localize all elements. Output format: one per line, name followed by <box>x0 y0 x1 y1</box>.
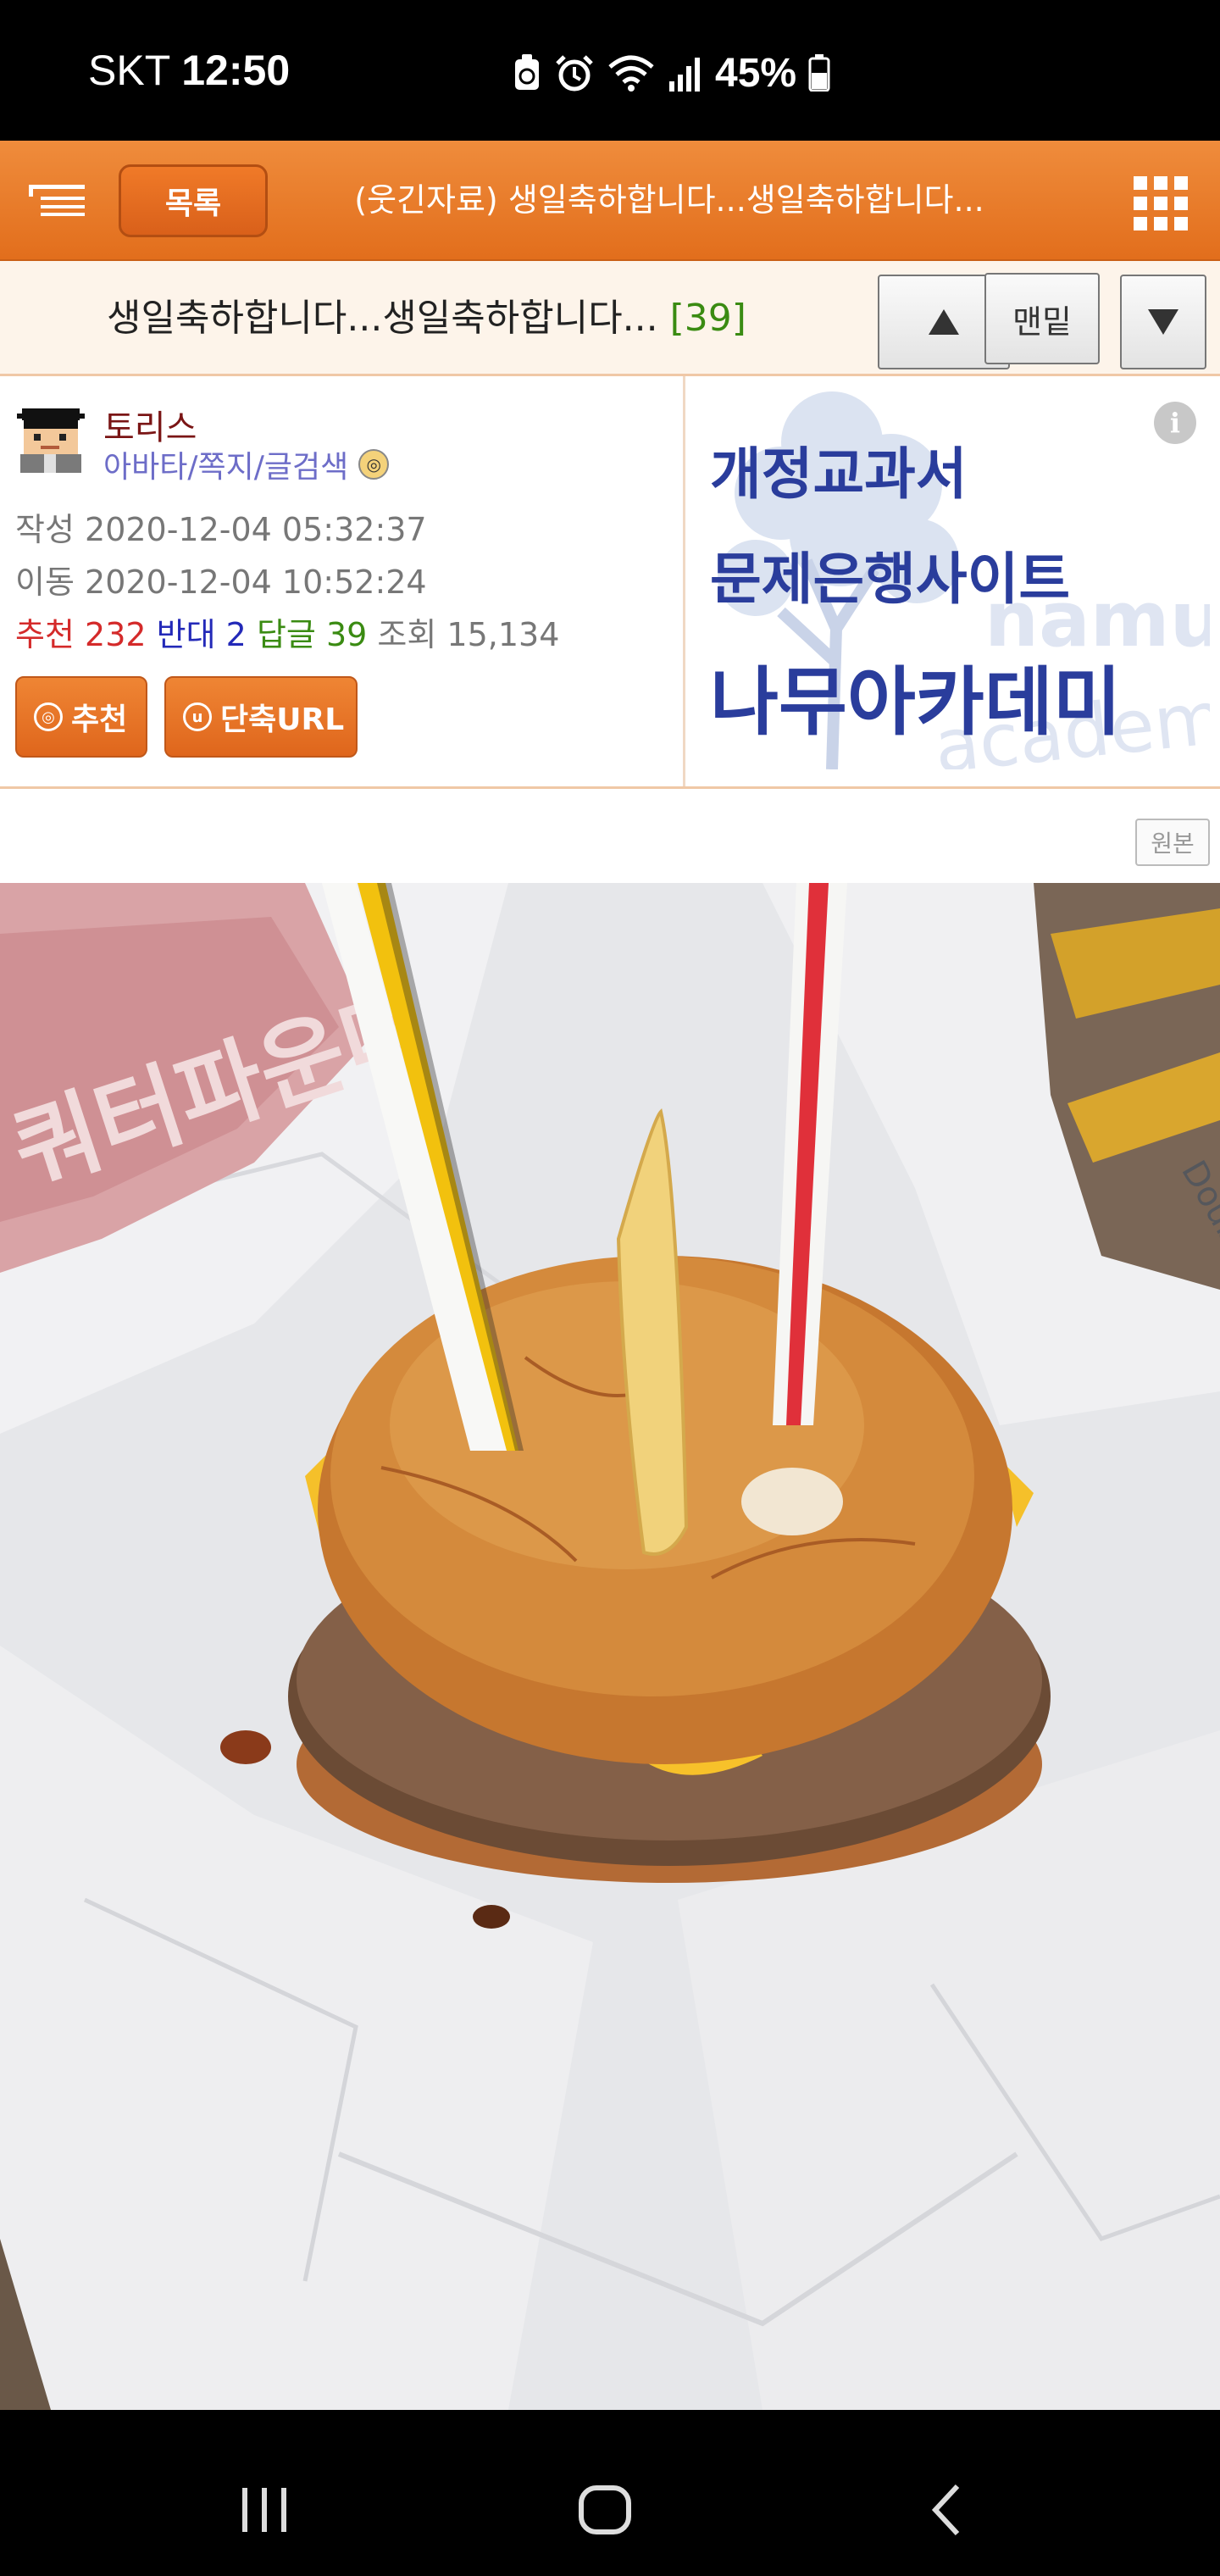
recent-apps-icon[interactable] <box>239 2486 290 2534</box>
author-links-text[interactable]: 아바타/쪽지/글검색 <box>103 442 348 486</box>
alarm-icon <box>556 55 593 92</box>
replies-label: 답글 <box>256 616 316 653</box>
moved-label: 이동 <box>15 564 75 601</box>
grid-menu-icon[interactable] <box>1134 176 1188 230</box>
moved-date-row: 이동 2020-12-04 10:52:24 <box>15 556 427 602</box>
recommend-button[interactable]: ◎ 추천 <box>15 676 147 758</box>
board-title[interactable]: (웃긴자료) 생일축하합니다...생일축하합니다... <box>339 175 1000 225</box>
menu-list-icon[interactable] <box>29 183 86 217</box>
recommend-button-label: 추천 <box>71 702 128 737</box>
status-carrier-time: SKT 12:50 <box>88 46 290 95</box>
written-date: 2020-12-04 05:32:37 <box>85 511 427 548</box>
post-title-bar: 생일축하합니다...생일축하합니다... [39] 맨밑 <box>0 261 1220 376</box>
avatar[interactable] <box>15 402 86 473</box>
views-count: 15,134 <box>446 616 560 653</box>
battery-percent: 45% <box>715 50 797 96</box>
ad-headline-1: 개정교과서 <box>710 441 968 507</box>
post-stats: 추천 232 반대 2 답글 39 조회 15,134 <box>15 608 559 655</box>
system-nav-bar <box>0 2410 1220 2576</box>
status-bar: SKT 12:50 45% <box>0 0 1220 141</box>
written-label: 작성 <box>15 511 75 548</box>
post-info: 토리스 아바타/쪽지/글검색 ◎ 작성 2020-12-04 05:32:37 … <box>0 376 683 786</box>
home-icon[interactable] <box>578 2484 632 2535</box>
next-post-button[interactable] <box>1120 275 1206 369</box>
ad-info-icon[interactable]: i <box>1154 402 1196 444</box>
back-icon[interactable] <box>929 2483 964 2537</box>
moved-date: 2020-12-04 10:52:24 <box>85 564 427 601</box>
views-label: 조회 <box>377 616 437 653</box>
oppose-count: 2 <box>225 616 247 653</box>
list-button[interactable]: 목록 <box>119 164 268 237</box>
ad-divider <box>683 376 685 786</box>
section-divider <box>0 786 1220 789</box>
post-image[interactable]: 쿼터파운더 더블 쿼터파운더 Double Quarter <box>0 883 1220 2410</box>
recommend-circle-icon: ◎ <box>34 702 63 731</box>
post-title: 생일축하합니다...생일축하합니다... [39] <box>107 291 746 346</box>
carrier-label: SKT <box>88 47 170 94</box>
short-url-button-label: 단축URL <box>220 702 345 737</box>
go-bottom-button[interactable]: 맨밑 <box>984 273 1100 364</box>
url-circle-icon: u <box>183 702 212 731</box>
battery-icon <box>808 54 830 92</box>
burger-photo: 쿼터파운더 더블 쿼터파운더 Double Quarter <box>0 883 1220 2410</box>
wifi-icon <box>608 55 654 92</box>
replies-count: 39 <box>325 616 368 653</box>
oppose-label: 반대 <box>156 616 216 653</box>
written-date-row: 작성 2020-12-04 05:32:37 <box>15 503 427 550</box>
advertisement-banner[interactable]: namu academy 개정교과서 문제은행사이트 나무아카데미 <box>705 391 1210 769</box>
triangle-up-icon <box>929 309 959 335</box>
original-size-button[interactable]: 원본 <box>1135 819 1210 866</box>
triangle-down-icon <box>1148 309 1178 335</box>
ad-headline-3: 나무아카데미 <box>710 658 1122 746</box>
site-header: 목록 (웃긴자료) 생일축하합니다...생일축하합니다... <box>0 141 1220 261</box>
clock: 12:50 <box>181 47 291 94</box>
ad-headline-2: 문제은행사이트 <box>710 547 1071 612</box>
status-icons: 45% <box>512 50 830 96</box>
signal-icon <box>669 58 700 92</box>
recommend-count: 232 <box>85 616 147 653</box>
comment-count[interactable]: [39] <box>670 297 746 340</box>
post-title-text: 생일축하합니다...생일축하합니다... <box>107 297 658 340</box>
recommend-label: 추천 <box>15 616 75 653</box>
short-url-button[interactable]: u 단축URL <box>164 676 358 758</box>
recycle-icon <box>515 54 539 90</box>
author-links[interactable]: 아바타/쪽지/글검색 ◎ <box>103 442 390 486</box>
level-badge-icon: ◎ <box>358 449 390 480</box>
